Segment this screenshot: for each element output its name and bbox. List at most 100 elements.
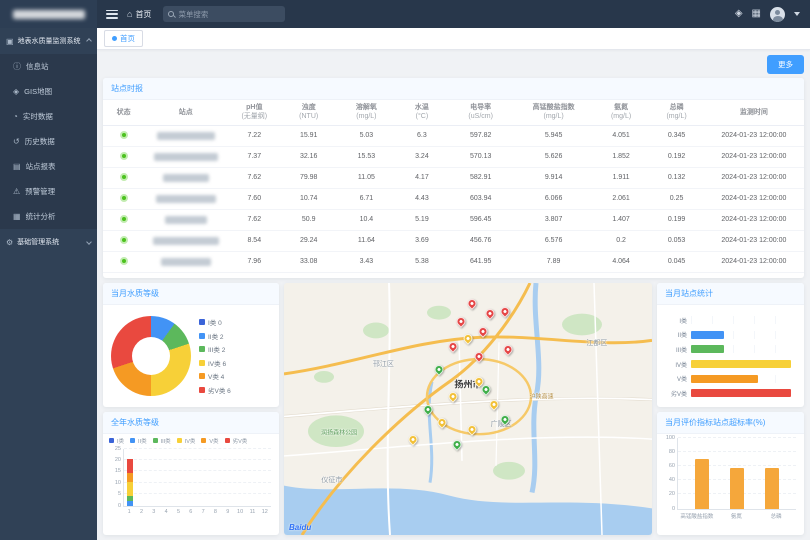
value-cell: 2024-01-23 12:00:00 — [704, 230, 804, 251]
breadcrumb[interactable]: ⌂ 首页 — [127, 9, 151, 20]
map-marker-yellow[interactable] — [449, 392, 458, 401]
monthly-station-stats-panel: 当月站点统计 I类II类III类IV类V类劣V类 — [657, 283, 804, 407]
map-marker-yellow[interactable] — [467, 425, 476, 434]
sidebar-group-label: 地表水质量监测系统 — [18, 36, 81, 46]
x-tick-label: 5 — [172, 509, 184, 515]
sidebar-item-预警管理[interactable]: ⚠预警管理 — [0, 179, 97, 204]
sidebar-item-历史数据[interactable]: ↺历史数据 — [0, 129, 97, 154]
legend-chip — [199, 373, 205, 379]
user-menu-caret-icon[interactable] — [794, 12, 800, 16]
map-marker-red[interactable] — [478, 327, 487, 336]
station-name-redacted — [161, 258, 211, 266]
sidebar-item-实时数据[interactable]: ◔实时数据 — [0, 104, 97, 129]
map-marker-yellow[interactable] — [464, 334, 473, 343]
search-input[interactable] — [178, 10, 280, 19]
map-marker-green[interactable] — [452, 440, 461, 449]
hbar-fill — [691, 360, 791, 368]
map-marker-yellow[interactable] — [408, 435, 417, 444]
column-header-浊度: 浊度(NTU) — [282, 100, 336, 125]
x-tick-label: 11 — [246, 509, 258, 515]
bar-氨氮 — [730, 468, 744, 508]
user-avatar[interactable] — [770, 7, 785, 22]
hbar-row-III类: III类 — [661, 342, 796, 356]
sidebar-group-1[interactable]: ⚙基础管理系统 — [0, 229, 97, 255]
column-name: 电导率 — [448, 103, 513, 112]
value-cell: 5.38 — [397, 251, 447, 272]
value-cell: 6.066 — [514, 188, 592, 209]
map-marker-green[interactable] — [434, 365, 443, 374]
pin-shape — [462, 333, 475, 346]
map-attribution: Baidu — [289, 523, 311, 532]
value-cell: 7.96 — [227, 251, 281, 272]
value-cell: 0.045 — [649, 251, 703, 272]
more-button[interactable]: 更多 — [767, 55, 804, 74]
sidebar-group-0[interactable]: ▣地表水质量监测系统 — [0, 28, 97, 54]
column-unit: (uS/cm) — [448, 112, 513, 121]
value-cell: 11.64 — [336, 230, 397, 251]
pin-shape — [473, 350, 486, 363]
x-tick-label: 总磷 — [756, 512, 796, 520]
hbar-label: 劣V类 — [661, 389, 687, 398]
theme-icon[interactable]: ◈ — [735, 9, 743, 19]
sidebar-item-label: 历史数据 — [25, 136, 55, 147]
map-marker-red[interactable] — [467, 299, 476, 308]
map-marker-red[interactable] — [456, 317, 465, 326]
column-header-站点: 站点 — [144, 100, 227, 125]
status-cell — [103, 146, 144, 167]
month-column — [210, 449, 222, 506]
station-report-table: 状态站点pH值(无量纲)浊度(NTU)溶解氧(mg/L)水温(°C)电导率(uS… — [103, 100, 804, 273]
sidebar-item-label: 实时数据 — [23, 111, 53, 122]
map-marker-red[interactable] — [504, 345, 513, 354]
map-marker-green[interactable] — [482, 385, 491, 394]
hbar-row-IV类: IV类 — [661, 357, 796, 371]
legend-chip — [130, 438, 135, 443]
column-unit: (无量纲) — [228, 112, 280, 121]
map-marker-red[interactable] — [500, 307, 509, 316]
table-row: 7.6279.9811.054.17582.919.9141.9110.1322… — [103, 167, 804, 188]
pin-shape — [436, 416, 449, 429]
map-marker-green[interactable] — [423, 405, 432, 414]
annual-quality-panel: 全年水质等级 I类II类III类IV类V类劣V类 0510152025 1234… — [103, 412, 279, 536]
status-cell — [103, 251, 144, 272]
sidebar-item-信息站[interactable]: ⓘ信息站 — [0, 54, 97, 79]
pin-shape — [476, 325, 489, 338]
map-marker-green[interactable] — [500, 415, 509, 424]
monthly-quality-body: I类 0II类 2III类 2IV类 6V类 4劣V类 6 — [103, 305, 279, 407]
pin-shape — [447, 340, 460, 353]
column-header-氨氮: 氨氮(mg/L) — [593, 100, 650, 125]
y-tick-label: 100 — [659, 435, 675, 441]
map-marker-yellow[interactable] — [438, 418, 447, 427]
column-name: 状态 — [104, 108, 143, 117]
column-name: 高锰酸盐指数 — [515, 103, 591, 112]
apps-grid-icon[interactable]: ▦ — [752, 9, 761, 19]
menu-search-box[interactable] — [163, 6, 285, 22]
legend-item-劣V类: 劣V类 6 — [199, 385, 231, 395]
hamburger-menu-icon[interactable] — [106, 10, 118, 19]
value-cell: 2024-01-23 12:00:00 — [704, 167, 804, 188]
legend-label: V类 4 — [208, 371, 224, 381]
map-marker-red[interactable] — [475, 352, 484, 361]
sidebar-item-GIS地图[interactable]: ◈GIS地图 — [0, 79, 97, 104]
map-marker-red[interactable] — [486, 309, 495, 318]
sidebar-item-label: 统计分析 — [26, 211, 56, 222]
sidebar-menu: ▣地表水质量监测系统ⓘ信息站◈GIS地图◔实时数据↺历史数据▤站点报表⚠预警管理… — [0, 28, 97, 255]
stack-segment-V类 — [127, 473, 134, 482]
value-cell: 603.94 — [447, 188, 514, 209]
breadcrumb-home-label[interactable]: 首页 — [135, 9, 151, 20]
map-marker-yellow[interactable] — [489, 400, 498, 409]
map-label-仪征市: 仪征市 — [321, 475, 342, 485]
sidebar-item-站点报表[interactable]: ▤站点报表 — [0, 154, 97, 179]
map-marker-red[interactable] — [449, 342, 458, 351]
y-tick-label: 20 — [105, 457, 121, 463]
column-name: 水温 — [398, 103, 446, 112]
status-cell — [103, 188, 144, 209]
value-cell: 29.24 — [282, 230, 336, 251]
sidebar-item-统计分析[interactable]: ▦统计分析 — [0, 204, 97, 229]
station-map[interactable]: 扬州市邗江区江都区广陵区仪征市润扬森林公园沪陕高速 Baidu — [284, 283, 652, 535]
status-ok-indicator — [120, 194, 128, 202]
column-name: 溶解氧 — [337, 103, 396, 112]
value-cell: 7.62 — [227, 167, 281, 188]
tab-home[interactable]: 首页 — [104, 30, 143, 47]
legend-label: V类 — [209, 437, 218, 445]
hbar-label: III类 — [661, 345, 687, 354]
